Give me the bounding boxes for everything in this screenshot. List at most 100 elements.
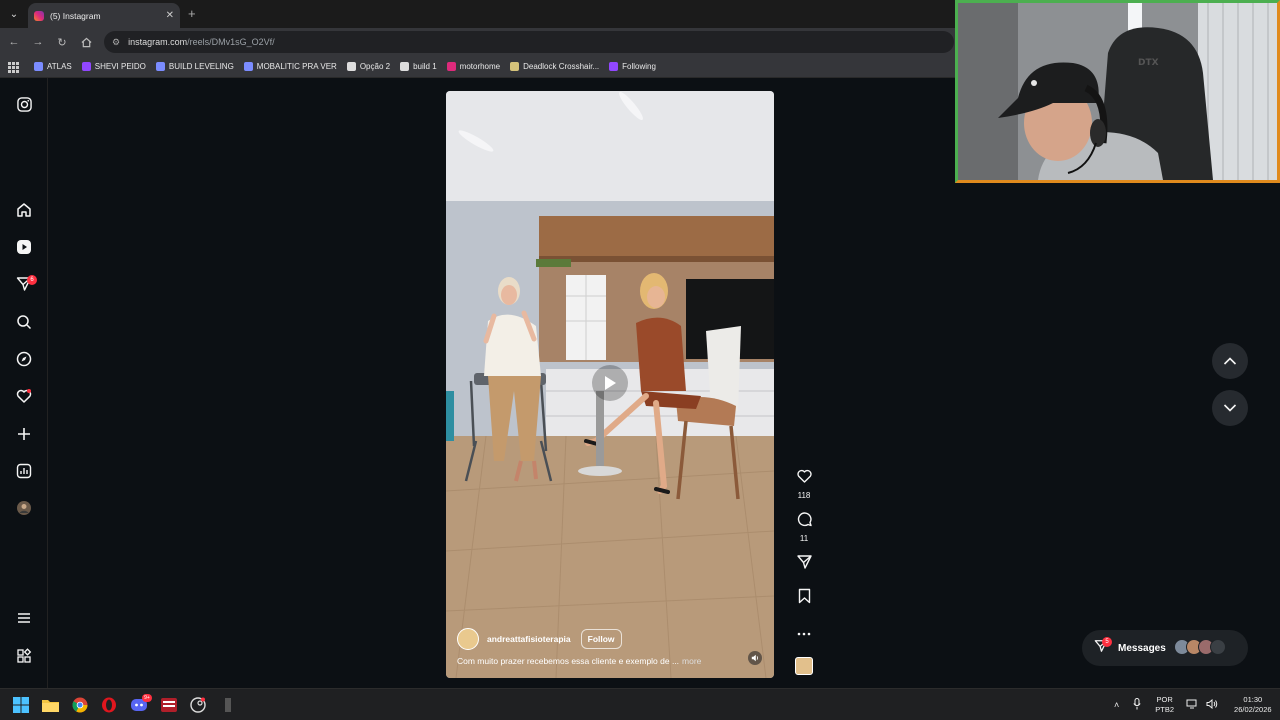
file-explorer-icon[interactable] [41,696,59,714]
explore-nav-icon[interactable] [15,350,33,368]
share-send-icon[interactable] [796,554,813,575]
home-icon[interactable] [78,34,94,50]
tab-instagram[interactable]: (5) Instagram ✕ [28,3,180,28]
like-action: 118 [792,468,816,500]
bookmark-item[interactable]: build 1 [400,62,437,71]
more-options-action [792,624,816,642]
bookmark-label: BUILD LEVELING [168,62,234,71]
sidebar: 6 [0,78,48,688]
comment-count: 11 [799,534,809,543]
language-top: POR [1156,695,1173,704]
clock[interactable]: 01:30 26/02/2026 [1234,695,1272,715]
reel-author: andreattafisioterapia Follow [457,628,622,650]
also-from-meta-icon[interactable] [15,647,33,665]
bookmark-label: build 1 [413,62,437,71]
bookmark-icon [346,62,356,71]
system-tray: ˄ POR PTB2 01:30 26/02/2026 [1114,689,1272,720]
back-icon[interactable]: ← [6,34,22,50]
dashboard-chart-icon[interactable] [15,462,33,480]
language-indicator[interactable]: POR PTB2 [1155,695,1174,715]
play-button[interactable] [592,365,628,401]
steam-icon[interactable] [189,696,207,714]
bookmark-item[interactable]: BUILD LEVELING [155,62,234,71]
bookmark-item[interactable]: MOBALITIC PRA VER [243,62,337,71]
reel-caption: Com muito prazer recebemos essa cliente … [457,656,701,666]
chrome-icon[interactable] [71,696,89,714]
bookmark-item[interactable]: motorhome [446,62,501,71]
tab-search-button[interactable]: ⌄ [5,5,23,23]
pinned-app-icon[interactable] [219,696,237,714]
notifications-heart-icon[interactable] [15,387,33,405]
opera-icon[interactable] [100,696,118,714]
messages-badge: 5 [1102,637,1112,647]
caption-text: Com muito prazer recebemos essa cliente … [457,656,680,666]
create-plus-icon[interactable] [15,425,33,443]
previous-reel-button[interactable] [1212,343,1248,379]
mute-toggle[interactable] [748,651,762,665]
profile-avatar[interactable] [15,499,33,517]
url-path: /reels/DMv1sG_O2Vf/ [187,37,275,47]
message-avatars [1174,639,1226,655]
bookmark-label: Deadlock Crosshair... [523,62,600,71]
next-reel-button[interactable] [1212,390,1248,426]
app-icon[interactable] [160,696,178,714]
webcam-image: DTX [958,3,1277,180]
like-heart-icon[interactable] [796,468,813,489]
bookmark-icon [243,62,253,71]
reel-video[interactable]: andreattafisioterapia Follow Com muito p… [446,91,774,678]
tab-title: (5) Instagram [50,10,101,21]
home-nav-icon[interactable] [15,201,33,219]
messages-button[interactable]: 5 Messages [1082,630,1248,666]
reels-nav-icon[interactable] [15,238,33,256]
windows-taskbar: 9+ ˄ POR PTB2 01:30 26/02/2026 [0,688,1280,720]
bookmark-item[interactable]: Deadlock Crosshair... [510,62,599,71]
instagram-logo-icon[interactable] [15,95,33,113]
forward-icon[interactable]: → [30,34,46,50]
save-action [792,588,816,609]
share-action [792,554,816,575]
bookmark-item[interactable]: Following [609,62,656,71]
bookmark-item[interactable]: SHEVI PEIDO [81,62,146,71]
audio-thumbnail[interactable] [795,657,813,675]
messages-label: Messages [1118,642,1166,654]
new-tab-button[interactable]: + [188,6,196,21]
address-bar[interactable]: ⚙ instagram.com/reels/DMv1sG_O2Vf/ [104,31,954,53]
bookmark-icon [81,62,91,71]
network-icon[interactable] [1186,699,1198,711]
bookmark-label: Opção 2 [359,62,391,71]
bookmark-label: motorhome [459,62,501,71]
bookmark-label: ATLAS [47,62,72,71]
windows-start-icon[interactable] [12,696,30,714]
site-info-icon[interactable]: ⚙ [112,37,120,48]
more-link[interactable]: more [682,656,701,666]
more-dots-icon[interactable] [797,624,811,642]
like-count: 118 [797,491,811,500]
bookmark-icon [446,62,456,71]
search-nav-icon[interactable] [15,313,33,331]
author-username[interactable]: andreattafisioterapia [487,634,571,644]
bookmark-item[interactable]: Opção 2 [346,62,391,71]
reel-actions: 118 11 [792,78,816,688]
url-domain: instagram.com [128,37,188,47]
reload-icon[interactable]: ↻ [54,34,70,50]
bookmark-label: Following [622,62,656,71]
volume-icon[interactable] [1206,698,1218,711]
bookmark-icon [510,62,520,71]
apps-grid-icon[interactable] [8,61,19,73]
show-hidden-icons[interactable]: ˄ [1114,700,1119,710]
close-tab-icon[interactable]: ✕ [166,10,174,21]
more-menu-icon[interactable] [15,609,33,627]
bookmark-icon [609,62,619,71]
bookmark-item[interactable]: ATLAS [34,62,72,71]
comment-action: 11 [792,511,816,543]
save-bookmark-icon[interactable] [797,588,812,609]
comment-bubble-icon[interactable] [796,511,813,532]
bookmark-icon [155,62,165,71]
svg-text:DTX: DTX [1138,58,1159,68]
bookmark-label: MOBALITIC PRA VER [256,62,337,71]
follow-button[interactable]: Follow [580,629,622,649]
instagram-favicon-icon [34,10,44,21]
author-avatar[interactable] [457,628,479,650]
language-bottom: PTB2 [1155,705,1175,714]
microphone-icon[interactable] [1133,698,1141,712]
